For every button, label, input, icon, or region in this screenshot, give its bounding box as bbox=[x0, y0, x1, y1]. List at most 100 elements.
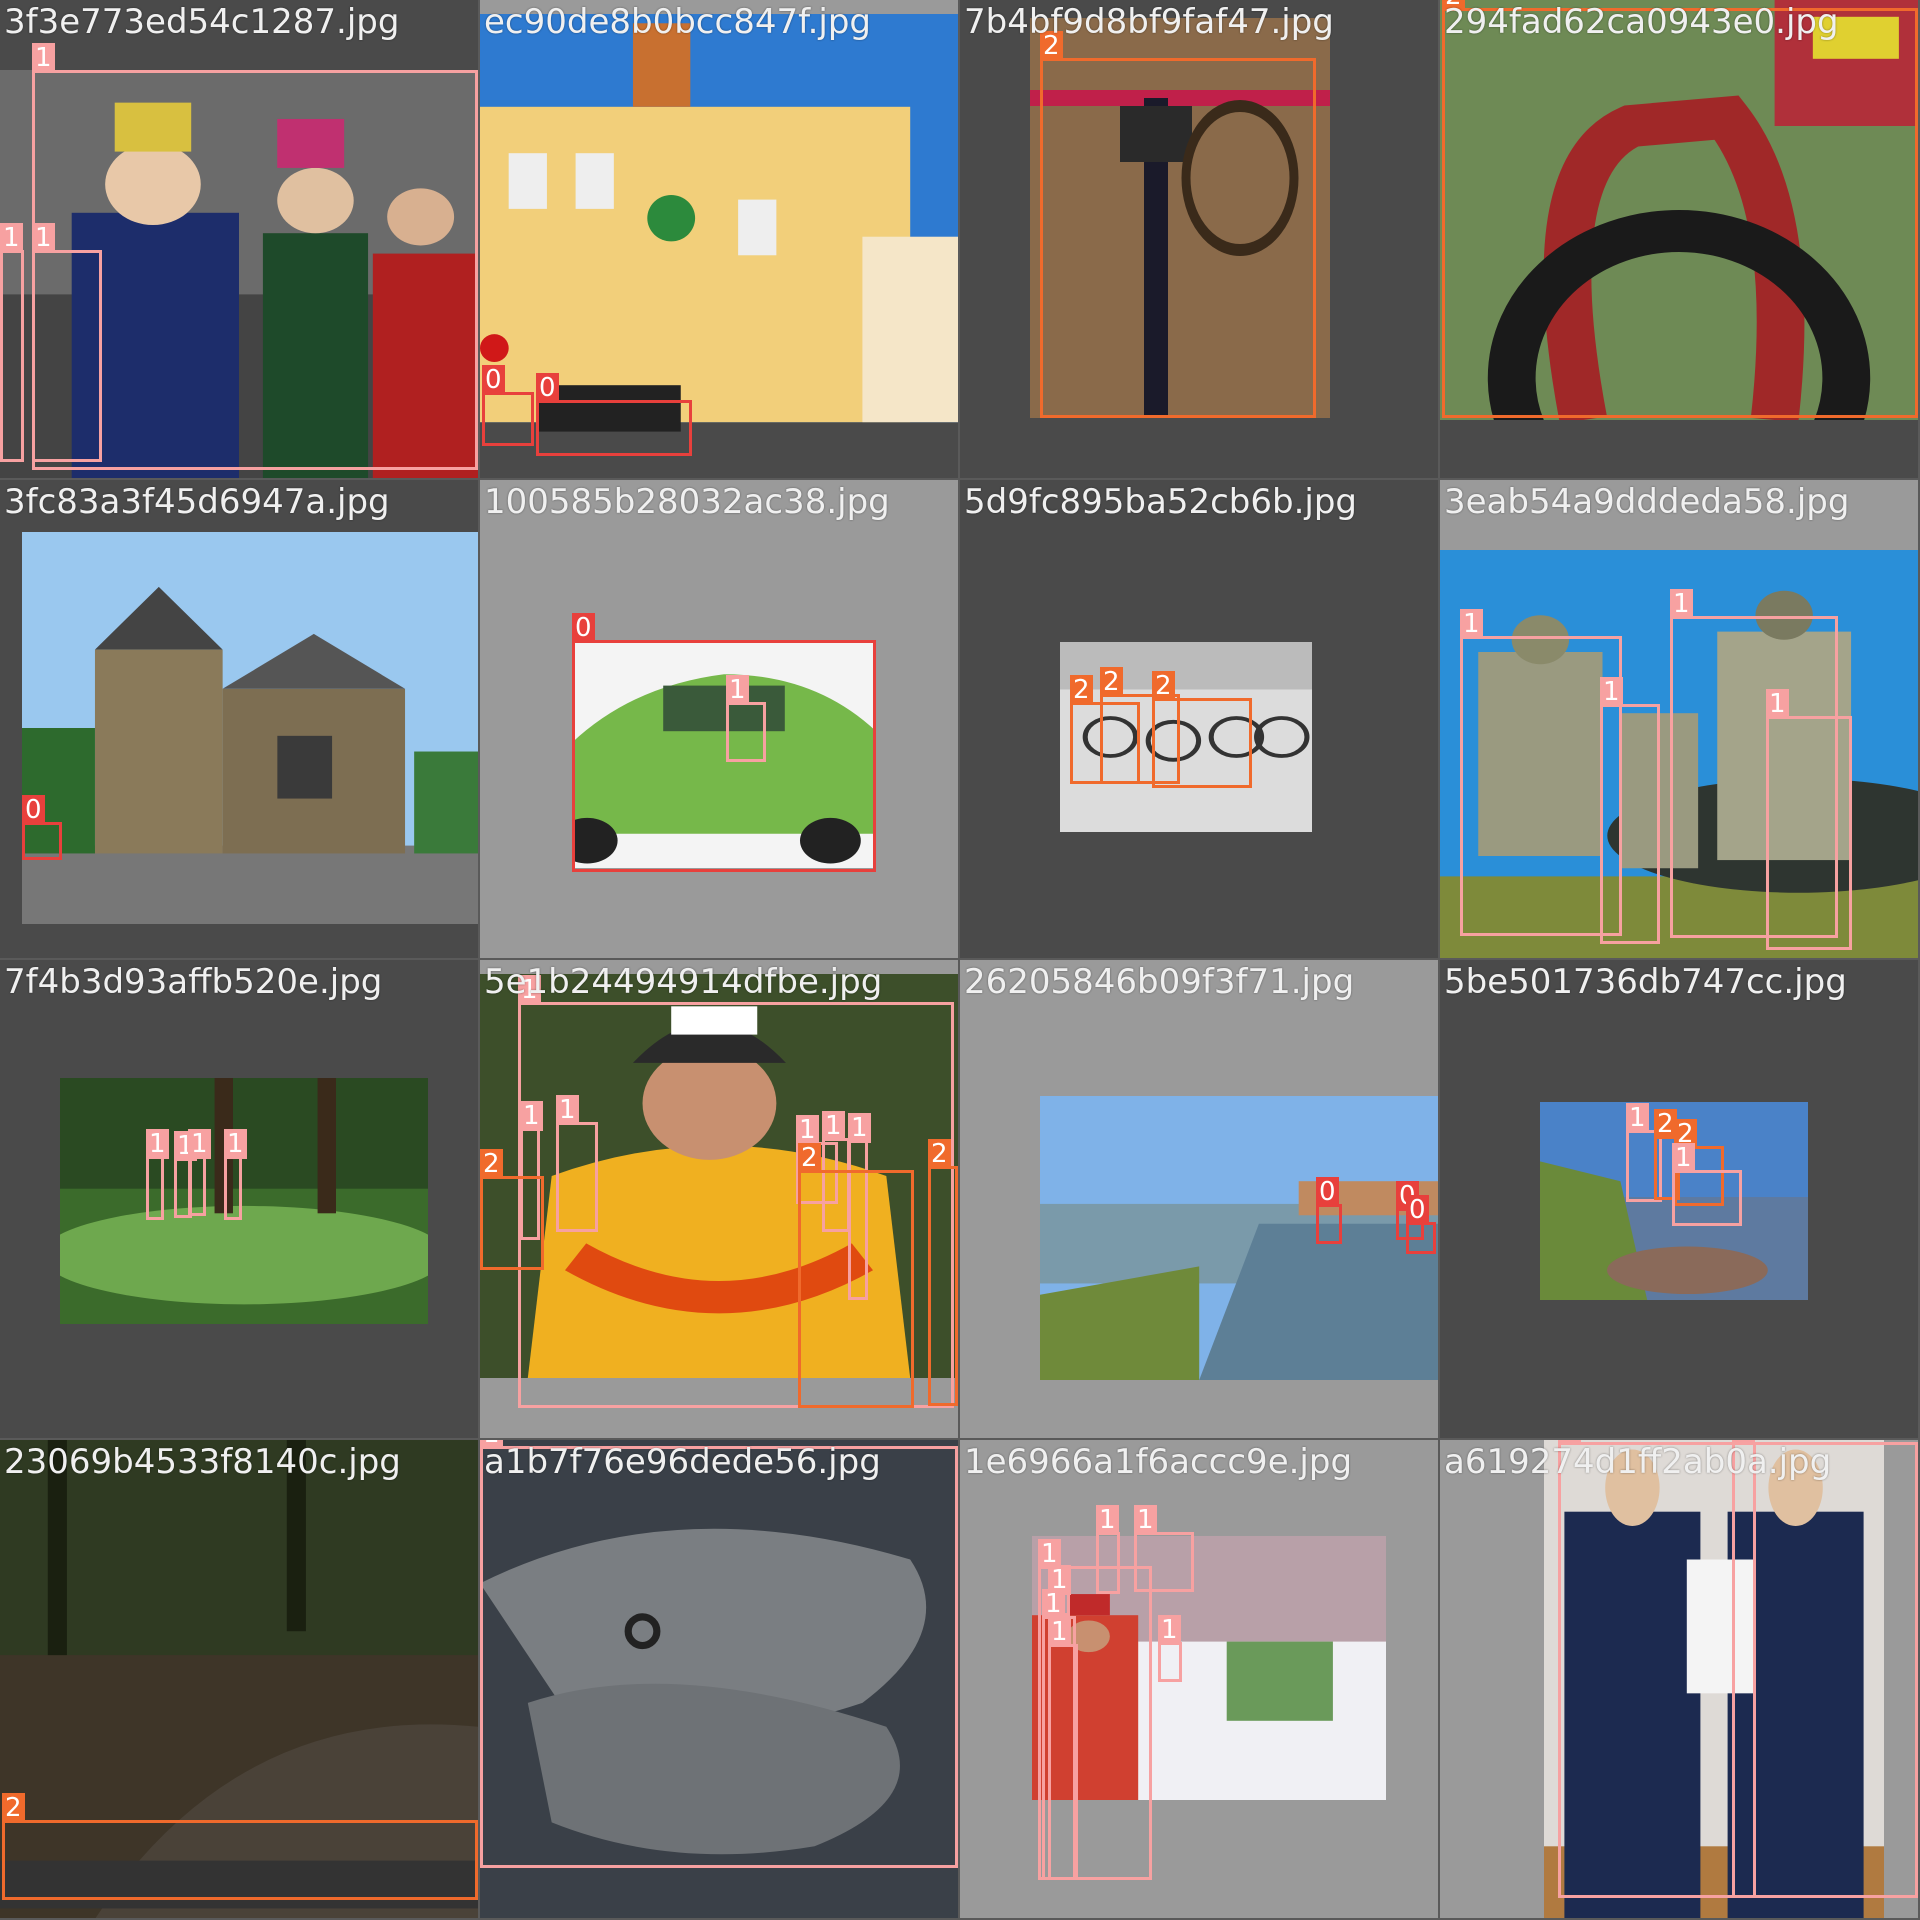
mosaic-tile[interactable]: 1 2 2 1 5be501736db747cc.jpg bbox=[1440, 960, 1918, 1438]
bounding-box: 0 bbox=[1316, 1177, 1342, 1244]
class-label: 1 bbox=[1134, 1505, 1157, 1535]
mosaic-tile[interactable]: 00026205846b09f3f71.jpg bbox=[960, 960, 1438, 1438]
bounding-box: 1 bbox=[1134, 1505, 1194, 1592]
bounding-box: 1 bbox=[146, 1129, 169, 1220]
class-label: 2 bbox=[798, 1143, 821, 1173]
mosaic-tile[interactable]: 0 1 100585b28032ac38.jpg bbox=[480, 480, 958, 958]
mosaic-grid: 1 1 1 3f3e773ed54c1287.jpg 0 0 ec90de8b0bcc847… bbox=[0, 0, 1920, 1920]
bounding-box: 1 bbox=[1558, 1440, 1756, 1898]
bounding-box: 2 bbox=[928, 1139, 958, 1406]
mosaic-tile[interactable]: 2294fad62ca0943e0.jpg bbox=[1440, 0, 1918, 478]
class-label: 0 bbox=[22, 795, 45, 825]
tile-filename: 294fad62ca0943e0.jpg bbox=[1444, 2, 1839, 42]
class-label: 1 bbox=[1460, 609, 1483, 639]
class-label: 1 bbox=[796, 1115, 819, 1145]
class-label: 2 bbox=[480, 1149, 503, 1179]
bounding-box: 2 bbox=[798, 1143, 914, 1408]
class-label: 1 bbox=[1600, 677, 1623, 707]
class-label: 1 bbox=[146, 1129, 169, 1159]
class-label: 0 bbox=[536, 373, 559, 403]
tile-filename: 7b4bf9d8bf9faf47.jpg bbox=[964, 2, 1334, 42]
bounding-box: 2 bbox=[2, 1793, 478, 1900]
class-label: 1 bbox=[32, 223, 55, 253]
bounding-box: 2 bbox=[1442, 0, 1918, 418]
mosaic-tile[interactable]: 2 7b4bf9d8bf9faf47.jpg bbox=[960, 0, 1438, 478]
class-label: 2 bbox=[2, 1793, 25, 1823]
mosaic-tile[interactable]: 1a1b7f76e96dede56.jpg bbox=[480, 1440, 958, 1918]
bounding-box: 1 bbox=[726, 675, 766, 762]
class-label: 1 bbox=[1048, 1617, 1071, 1647]
class-label: 2 bbox=[1100, 667, 1123, 697]
class-label: 1 bbox=[520, 1101, 543, 1131]
mosaic-tile[interactable]: 1 1 1 1 1 1 2 2 2 5e1b24494914dfbe.jpg bbox=[480, 960, 958, 1438]
class-label: 2 bbox=[1070, 675, 1093, 705]
tile-filename: a1b7f76e96dede56.jpg bbox=[484, 1442, 881, 1482]
tile-filename: 5be501736db747cc.jpg bbox=[1444, 962, 1847, 1002]
class-label: 1 bbox=[848, 1113, 871, 1143]
class-label: 1 bbox=[224, 1129, 247, 1159]
tile-filename: 5e1b24494914dfbe.jpg bbox=[484, 962, 883, 1002]
class-label: 0 bbox=[572, 613, 595, 643]
bounding-box: 2 bbox=[1152, 671, 1252, 788]
tile-filename: ec90de8b0bcc847f.jpg bbox=[484, 2, 871, 42]
class-label: 0 bbox=[482, 365, 505, 395]
mosaic-tile[interactable]: 0 3fc83a3f45d6947a.jpg bbox=[0, 480, 478, 958]
bounding-box: 2 bbox=[480, 1149, 544, 1270]
tile-photo bbox=[1040, 1096, 1438, 1380]
class-label: 0 bbox=[1316, 1177, 1339, 1207]
class-label: 1 bbox=[32, 43, 55, 73]
bounding-box: 1 bbox=[1766, 689, 1852, 950]
class-label: 1 bbox=[188, 1129, 211, 1159]
bounding-box: 1 bbox=[0, 223, 24, 462]
mosaic-tile[interactable]: 2 2 2 5d9fc895ba52cb6b.jpg bbox=[960, 480, 1438, 958]
tile-photo bbox=[22, 532, 478, 924]
tile-filename: 26205846b09f3f71.jpg bbox=[964, 962, 1355, 1002]
class-label: 2 bbox=[928, 1139, 951, 1169]
class-label: 1 bbox=[1158, 1615, 1181, 1645]
bounding-box: 1 bbox=[1600, 677, 1660, 944]
class-label: 1 bbox=[0, 223, 23, 253]
class-label: 1 bbox=[1096, 1505, 1119, 1535]
tile-filename: 1e6966a1f6accc9e.jpg bbox=[964, 1442, 1353, 1482]
tile-filename: 100585b28032ac38.jpg bbox=[484, 482, 890, 522]
class-label: 2 bbox=[1152, 671, 1175, 701]
mosaic-tile[interactable]: 11a619274d1ff2ab0a.jpg bbox=[1440, 1440, 1918, 1918]
tile-filename: 3fc83a3f45d6947a.jpg bbox=[4, 482, 390, 522]
tile-filename: 3eab54a9dddeda58.jpg bbox=[1444, 482, 1850, 522]
class-label: 1 bbox=[1670, 589, 1693, 619]
mosaic-tile[interactable]: 1 1 1 1 1 1 1 1e6966a1f6accc9e.jpg bbox=[960, 1440, 1438, 1918]
bounding-box: 1 bbox=[1158, 1615, 1182, 1682]
class-label: 0 bbox=[1406, 1195, 1429, 1225]
mosaic-tile[interactable]: 1 1 1 3f3e773ed54c1287.jpg bbox=[0, 0, 478, 478]
class-label: 1 bbox=[726, 675, 749, 705]
bounding-box: 0 bbox=[1406, 1195, 1436, 1254]
bounding-box: 1 bbox=[1732, 1440, 1918, 1898]
bounding-box: 1 bbox=[224, 1129, 247, 1220]
class-label: 1 bbox=[1766, 689, 1789, 719]
class-label: 1 bbox=[1042, 1589, 1065, 1619]
tile-filename: 3f3e773ed54c1287.jpg bbox=[4, 2, 400, 42]
bounding-box: 0 bbox=[482, 365, 534, 446]
bounding-box: 0 bbox=[536, 373, 692, 456]
tile-filename: 5d9fc895ba52cb6b.jpg bbox=[964, 482, 1357, 522]
bounding-box: 1 bbox=[188, 1129, 211, 1216]
bounding-box: 1 bbox=[1096, 1505, 1120, 1594]
tile-filename: 7f4b3d93affb520e.jpg bbox=[4, 962, 383, 1002]
bounding-box: 1 bbox=[1672, 1143, 1742, 1226]
tile-filename: 23069b4533f8140c.jpg bbox=[4, 1442, 401, 1482]
class-label: 1 bbox=[1626, 1103, 1649, 1133]
tile-filename: a619274d1ff2ab0a.jpg bbox=[1444, 1442, 1832, 1482]
class-label: 1 bbox=[822, 1111, 845, 1141]
bounding-box: 2 bbox=[1040, 31, 1316, 418]
bounding-box: 1 bbox=[1460, 609, 1622, 936]
mosaic-tile[interactable]: 1 1 1 1 7f4b3d93affb520e.jpg bbox=[0, 960, 478, 1438]
bounding-box: 1 bbox=[32, 223, 102, 462]
mosaic-tile[interactable]: 1 1 1 1 3eab54a9dddeda58.jpg bbox=[1440, 480, 1918, 958]
bounding-box: 0 bbox=[22, 795, 62, 860]
bounding-box: 1 bbox=[1048, 1617, 1078, 1880]
mosaic-tile[interactable]: 2 23069b4533f8140c.jpg bbox=[0, 1440, 478, 1918]
bounding-box: 1 bbox=[556, 1095, 598, 1232]
mosaic-tile[interactable]: 0 0 ec90de8b0bcc847f.jpg bbox=[480, 0, 958, 478]
tile-photo bbox=[60, 1078, 428, 1324]
class-label: 1 bbox=[556, 1095, 579, 1125]
